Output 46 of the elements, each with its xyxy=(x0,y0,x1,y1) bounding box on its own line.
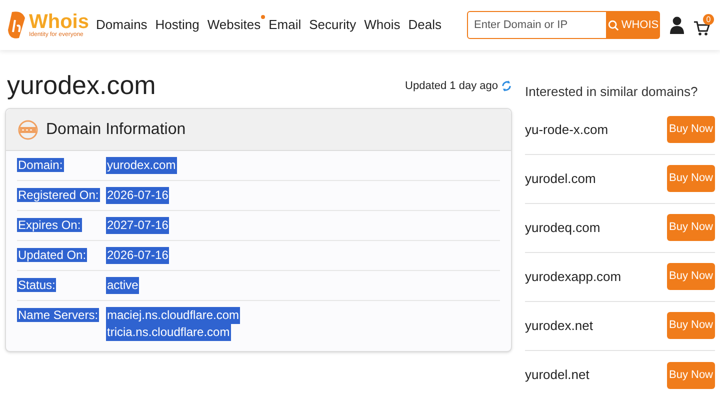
domain-suggestion: yurodel.net xyxy=(525,366,590,384)
buy-now-button[interactable]: Buy Now xyxy=(667,362,715,388)
field-value: maciej.ns.cloudflare.com xyxy=(106,307,240,324)
field-value: tricia.ns.cloudflare.com xyxy=(106,324,231,341)
buy-now-button[interactable]: Buy Now xyxy=(667,116,715,143)
field-value: yurodex.com xyxy=(106,157,177,174)
domain-suggestion: yurodexapp.com xyxy=(525,268,622,286)
nav-link[interactable]: Security xyxy=(309,15,356,35)
buy-now-button[interactable]: Buy Now xyxy=(667,214,715,241)
field-label: Status: xyxy=(17,278,56,292)
domain-suggestion: yurodeq.com xyxy=(525,218,600,237)
search-field[interactable]: Enter Domain or IP xyxy=(467,11,607,39)
domain-suggestion: yurodel.com xyxy=(525,170,596,188)
field-value: active xyxy=(106,277,140,294)
buy-now-button[interactable]: Buy Now xyxy=(667,165,715,192)
logo-icon xyxy=(6,10,28,40)
updated-time: Updated 1 day ago xyxy=(405,78,498,94)
user-icon[interactable] xyxy=(670,16,684,34)
buy-now-button[interactable]: Buy Now xyxy=(667,263,715,290)
whois-search-button[interactable]: WHOIS xyxy=(607,11,660,39)
cart-button[interactable]: 0 xyxy=(694,14,714,36)
page-title: yurodex.com xyxy=(7,70,156,100)
buy-now-button[interactable]: Buy Now xyxy=(667,312,715,339)
logo-wordmark[interactable]: Whois xyxy=(29,12,89,32)
card-title: Domain Information xyxy=(46,120,186,140)
globe-icon xyxy=(18,120,38,140)
field-value: 2027-07-16 xyxy=(106,217,170,234)
nav-link[interactable]: Deals xyxy=(408,15,442,35)
field-label: Domain: xyxy=(17,158,64,172)
nav-link[interactable]: Websites xyxy=(207,15,261,35)
field-label: Registered On: xyxy=(17,188,100,202)
field-label: Expires On: xyxy=(17,218,82,232)
domain-suggestion: yurodex.net xyxy=(525,316,593,335)
cart-count-badge: 0 xyxy=(703,14,714,25)
refresh-icon[interactable] xyxy=(501,80,512,92)
nav-link[interactable]: Whois xyxy=(364,15,400,35)
domain-suggestion: yu-rode-x.com xyxy=(525,120,608,139)
nav-link[interactable]: Email xyxy=(268,15,302,35)
field-value: 2026-07-16 xyxy=(106,187,170,204)
field-value: 2026-07-16 xyxy=(106,247,170,264)
search-icon xyxy=(608,20,620,30)
nav-link[interactable]: Hosting xyxy=(155,15,200,35)
similar-domains-heading: Interested in similar domains? xyxy=(525,83,699,101)
field-label: Updated On: xyxy=(17,248,88,262)
nav-link[interactable]: Domains xyxy=(96,15,148,35)
field-label: Name Servers: xyxy=(17,308,100,322)
